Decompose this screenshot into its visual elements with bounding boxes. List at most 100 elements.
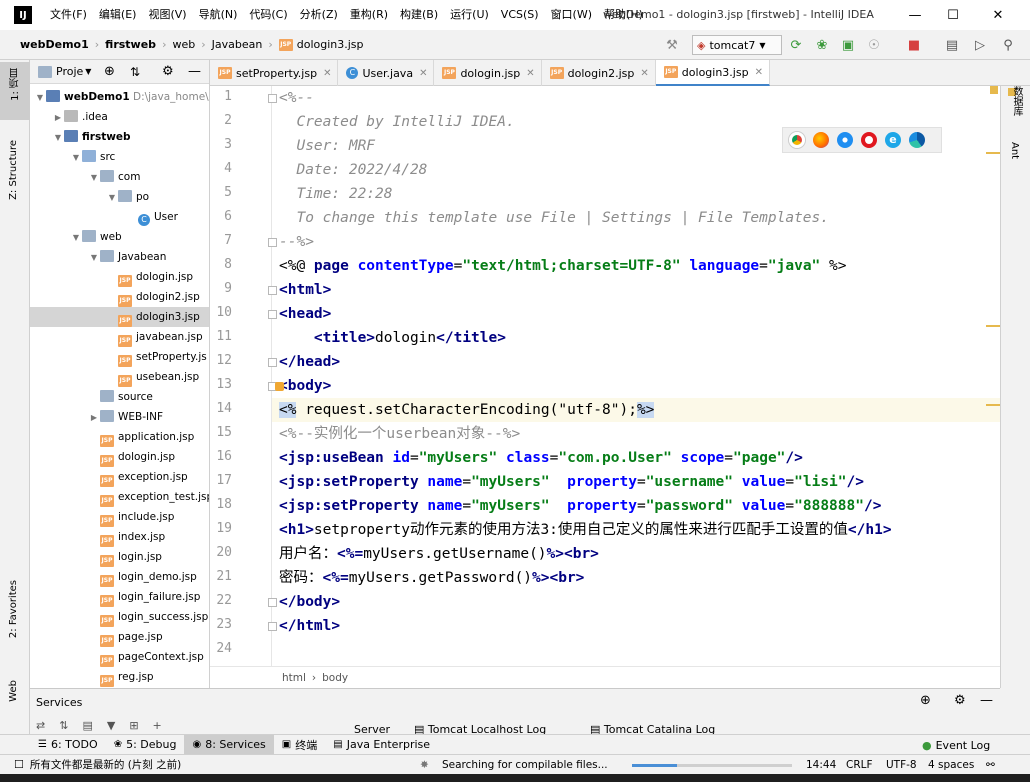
tree-file-item[interactable]: JSP page.jsp: [30, 627, 209, 647]
event-log-button[interactable]: ● Event Log: [922, 735, 990, 755]
tree-node[interactable]: ▶ WEB-INF: [30, 407, 209, 427]
breadcrumb-item[interactable]: dologin3.jsp: [297, 38, 364, 51]
chevron-down-icon[interactable]: ▼: [106, 188, 118, 208]
warning-status-icon[interactable]: [990, 86, 998, 94]
close-icon[interactable]: ✕: [755, 67, 763, 78]
breadcrumb-item[interactable]: web: [172, 38, 195, 51]
tree-file-item[interactable]: JSP exception_test.jsp: [30, 487, 209, 507]
code-editor[interactable]: 1 2 3 4 5 6 7 8 9 10 11 12 13 14 15 16 17 18 19 20 21 22 23 24 …: [210, 86, 1000, 666]
code-line[interactable]: <jsp:setProperty name="myUsers" property…: [279, 494, 881, 518]
editor-tab[interactable]: JSP dologin2.jsp ✕: [542, 60, 656, 86]
close-icon[interactable]: ✕: [640, 68, 648, 79]
tree-node[interactable]: ▶ .idea: [30, 107, 209, 128]
maximize-button[interactable]: ☐: [930, 0, 976, 30]
line-ending[interactable]: CRLF: [846, 759, 873, 771]
tree-node[interactable]: C User: [30, 207, 209, 227]
editor-tab[interactable]: JSP setProperty.jsp ✕: [210, 60, 339, 86]
status-square-icon[interactable]: ☐: [14, 758, 24, 771]
tree-node[interactable]: ▼ firstweb: [30, 127, 209, 148]
edge-icon[interactable]: [909, 132, 925, 148]
internet-explorer-icon[interactable]: e: [885, 132, 901, 148]
group-icon[interactable]: ▤: [82, 719, 92, 732]
tree-file-item[interactable]: JSP exception.jsp: [30, 467, 209, 487]
new-tab-icon[interactable]: ⊞: [129, 719, 138, 732]
close-icon[interactable]: ✕: [323, 68, 331, 79]
tree-file-item[interactable]: JSP pageContext.jsp: [30, 647, 209, 667]
tool-window-button[interactable]: ◉ 8: Services: [184, 734, 274, 755]
editor-breadcrumb-item[interactable]: html: [282, 672, 306, 684]
collapse-all-icon[interactable]: ⇅: [130, 65, 140, 79]
tree-node[interactable]: ▼ src: [30, 147, 209, 167]
chevron-down-icon[interactable]: ▼: [52, 128, 64, 148]
expand-all-icon[interactable]: ⇄: [36, 719, 45, 732]
menu-item[interactable]: 窗口(W): [545, 0, 598, 30]
editor-breadcrumb-item[interactable]: body: [322, 672, 348, 684]
code-line[interactable]: <html>: [279, 278, 331, 302]
code-line[interactable]: Created by IntelliJ IDEA.: [279, 110, 514, 134]
breadcrumb-item[interactable]: webDemo1: [20, 38, 89, 51]
error-stripe-mark[interactable]: [986, 404, 1000, 406]
project-structure-icon[interactable]: ▤: [944, 37, 960, 53]
project-view-select[interactable]: Proje: [56, 65, 83, 78]
tree-node[interactable]: ▼ com: [30, 167, 209, 188]
intention-bulb-icon[interactable]: [275, 382, 284, 391]
fold-marker-icon[interactable]: [268, 622, 277, 631]
locate-icon[interactable]: ⊕: [104, 64, 115, 79]
code-line[interactable]: </head>: [279, 350, 340, 374]
debug-icon[interactable]: ❀: [814, 37, 830, 53]
server-tab[interactable]: Server: [354, 723, 390, 734]
gear-icon[interactable]: ⚙: [162, 64, 174, 79]
menu-item[interactable]: 重构(R): [344, 0, 394, 30]
tree-file-item[interactable]: JSP dologin3.jsp: [30, 307, 209, 327]
profile-icon[interactable]: ☉: [866, 37, 882, 53]
tree-node[interactable]: ▼ Javabean: [30, 247, 209, 268]
code-line[interactable]: --%>: [279, 230, 314, 254]
hammer-icon[interactable]: ⚒: [664, 37, 680, 53]
opera-icon[interactable]: [861, 132, 877, 148]
tree-file-item[interactable]: JSP reg.jsp: [30, 667, 209, 687]
collapse-all-icon[interactable]: ⇅: [59, 719, 68, 732]
run-anything-icon[interactable]: ▷: [972, 37, 988, 53]
tool-window-button[interactable]: ▤ Java Enterprise: [325, 735, 438, 755]
breadcrumb-item[interactable]: Javabean: [212, 38, 263, 51]
chevron-down-icon[interactable]: ▼: [88, 248, 100, 268]
fold-marker-icon[interactable]: [268, 598, 277, 607]
chevron-down-icon[interactable]: ▼: [34, 88, 46, 108]
error-stripe-mark[interactable]: [986, 325, 1000, 327]
tree-file-item[interactable]: JSP login_success.jsp: [30, 607, 209, 627]
firefox-icon[interactable]: [813, 132, 829, 148]
structure-tool-tab[interactable]: Z: Structure: [8, 140, 19, 200]
menu-item[interactable]: 构建(B): [394, 0, 444, 30]
tree-file-item[interactable]: JSP index.jsp: [30, 527, 209, 547]
tree-file-item[interactable]: JSP dologin2.jsp: [30, 287, 209, 307]
menu-item[interactable]: 分析(Z): [294, 0, 344, 30]
tree-file-item[interactable]: JSP dologin.jsp: [30, 447, 209, 467]
code-line[interactable]: </html>: [279, 614, 340, 638]
add-service-icon[interactable]: +: [153, 719, 162, 732]
tree-file-item[interactable]: JSP setProperty.js: [30, 347, 209, 367]
tool-window-button[interactable]: ▣ 终端: [274, 735, 325, 755]
code-line[interactable]: <% request.setCharacterEncoding("utf-8")…: [279, 398, 655, 422]
chrome-icon[interactable]: [789, 132, 805, 148]
tree-node[interactable]: ▼ webDemo1 D:\java_home\we: [30, 87, 209, 108]
fold-marker-icon[interactable]: [268, 286, 277, 295]
chevron-right-icon[interactable]: ▶: [52, 108, 64, 128]
chevron-down-icon[interactable]: ▼: [88, 168, 100, 188]
web-tool-tab[interactable]: Web: [8, 680, 19, 702]
chevron-down-icon[interactable]: ▼: [70, 228, 82, 248]
code-line[interactable]: <%--: [279, 86, 314, 110]
code-line[interactable]: To change this template use File | Setti…: [279, 206, 829, 230]
code-line[interactable]: <head>: [279, 302, 331, 326]
code-line[interactable]: <title>dologin</title>: [279, 326, 506, 350]
fold-marker-icon[interactable]: [268, 310, 277, 319]
fold-marker-icon[interactable]: [268, 238, 277, 247]
caret-position[interactable]: 14:44: [806, 759, 836, 771]
code-line[interactable]: <jsp:setProperty name="myUsers" property…: [279, 470, 864, 494]
tree-file-item[interactable]: JSP dologin.jsp: [30, 267, 209, 287]
coverage-icon[interactable]: ▣: [840, 37, 856, 53]
tree-file-item[interactable]: JSP include.jsp: [30, 507, 209, 527]
menu-item[interactable]: 代码(C): [243, 0, 293, 30]
code-line[interactable]: User: MRF: [279, 134, 375, 158]
tree-file-item[interactable]: JSP usebean.jsp: [30, 367, 209, 387]
safari-icon[interactable]: [837, 132, 853, 148]
